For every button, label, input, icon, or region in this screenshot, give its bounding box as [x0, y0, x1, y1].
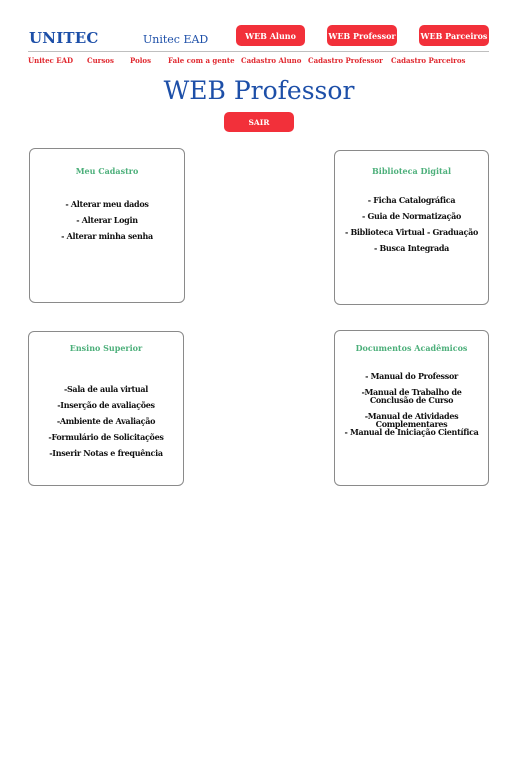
nav-cadastro-parceiros[interactable]: Cadastro Parceiros — [391, 56, 465, 65]
card-title: Documentos Acadêmicos — [355, 343, 468, 353]
link-manual-tcc[interactable]: -Manual de Trabalho de Conclusão de Curs… — [339, 388, 484, 404]
link-ficha-catalografica[interactable]: - Ficha Catalográfica — [335, 196, 488, 204]
link-manual-professor[interactable]: - Manual do Professor — [335, 372, 488, 380]
nav-unitec-ead[interactable]: Unitec EAD — [28, 56, 73, 65]
link-sala-aula-virtual[interactable]: -Sala de aula virtual — [29, 385, 183, 393]
card-title: Meu Cadastro — [75, 166, 139, 176]
card-title: Ensino Superior — [69, 343, 143, 353]
card-title: Biblioteca Digital — [372, 166, 451, 176]
web-parceiros-button[interactable]: WEB Parceiros — [419, 25, 489, 46]
web-professor-button[interactable]: WEB Professor — [327, 25, 397, 46]
nav-cadastro-professor[interactable]: Cadastro Professor — [308, 56, 383, 65]
logout-button[interactable]: SAIR — [224, 112, 294, 132]
card-meu-cadastro: Meu Cadastro - Alterar meu dados - Alter… — [29, 148, 185, 303]
page-title: WEB Professor — [163, 76, 355, 105]
link-ambiente-avaliacao[interactable]: -Ambiente de Avaliação — [29, 417, 183, 425]
link-manual-atividades[interactable]: -Manual de Atividades Complementares — [335, 412, 488, 428]
brand-logo[interactable]: UNITEC — [29, 29, 99, 47]
web-aluno-button[interactable]: WEB Aluno — [236, 25, 305, 46]
brand-subtitle[interactable]: Unitec EAD — [143, 33, 208, 46]
link-alterar-senha[interactable]: - Alterar minha senha — [30, 232, 184, 240]
nav-polos[interactable]: Polos — [130, 56, 151, 65]
link-insercao-avaliacoes[interactable]: -Inserção de avaliações — [29, 401, 183, 409]
link-guia-normatizacao[interactable]: - Guia de Normatização — [335, 212, 488, 220]
link-formulario-solicitacoes[interactable]: -Formulário de Solicitações — [29, 433, 183, 441]
nav-fale-conosco[interactable]: Fale com a gente — [168, 56, 235, 65]
nav-cadastro-aluno[interactable]: Cadastro Aluno — [241, 56, 301, 65]
card-biblioteca-digital: Biblioteca Digital - Ficha Catalográfica… — [334, 150, 489, 305]
link-alterar-dados[interactable]: - Alterar meu dados — [30, 200, 184, 208]
link-alterar-login[interactable]: - Alterar Login — [30, 216, 184, 224]
card-ensino-superior: Ensino Superior -Sala de aula virtual -I… — [28, 331, 184, 486]
header-divider — [28, 51, 489, 52]
nav-cursos[interactable]: Cursos — [87, 56, 114, 65]
link-inserir-notas[interactable]: -Inserir Notas e frequência — [29, 449, 183, 457]
link-biblioteca-virtual[interactable]: - Biblioteca Virtual - Graduação — [335, 228, 488, 236]
link-busca-integrada[interactable]: - Busca Integrada — [335, 244, 488, 252]
link-manual-iniciacao[interactable]: - Manual de Iniciação Científica — [335, 428, 488, 436]
card-documentos-academicos: Documentos Acadêmicos - Manual do Profes… — [334, 330, 489, 486]
